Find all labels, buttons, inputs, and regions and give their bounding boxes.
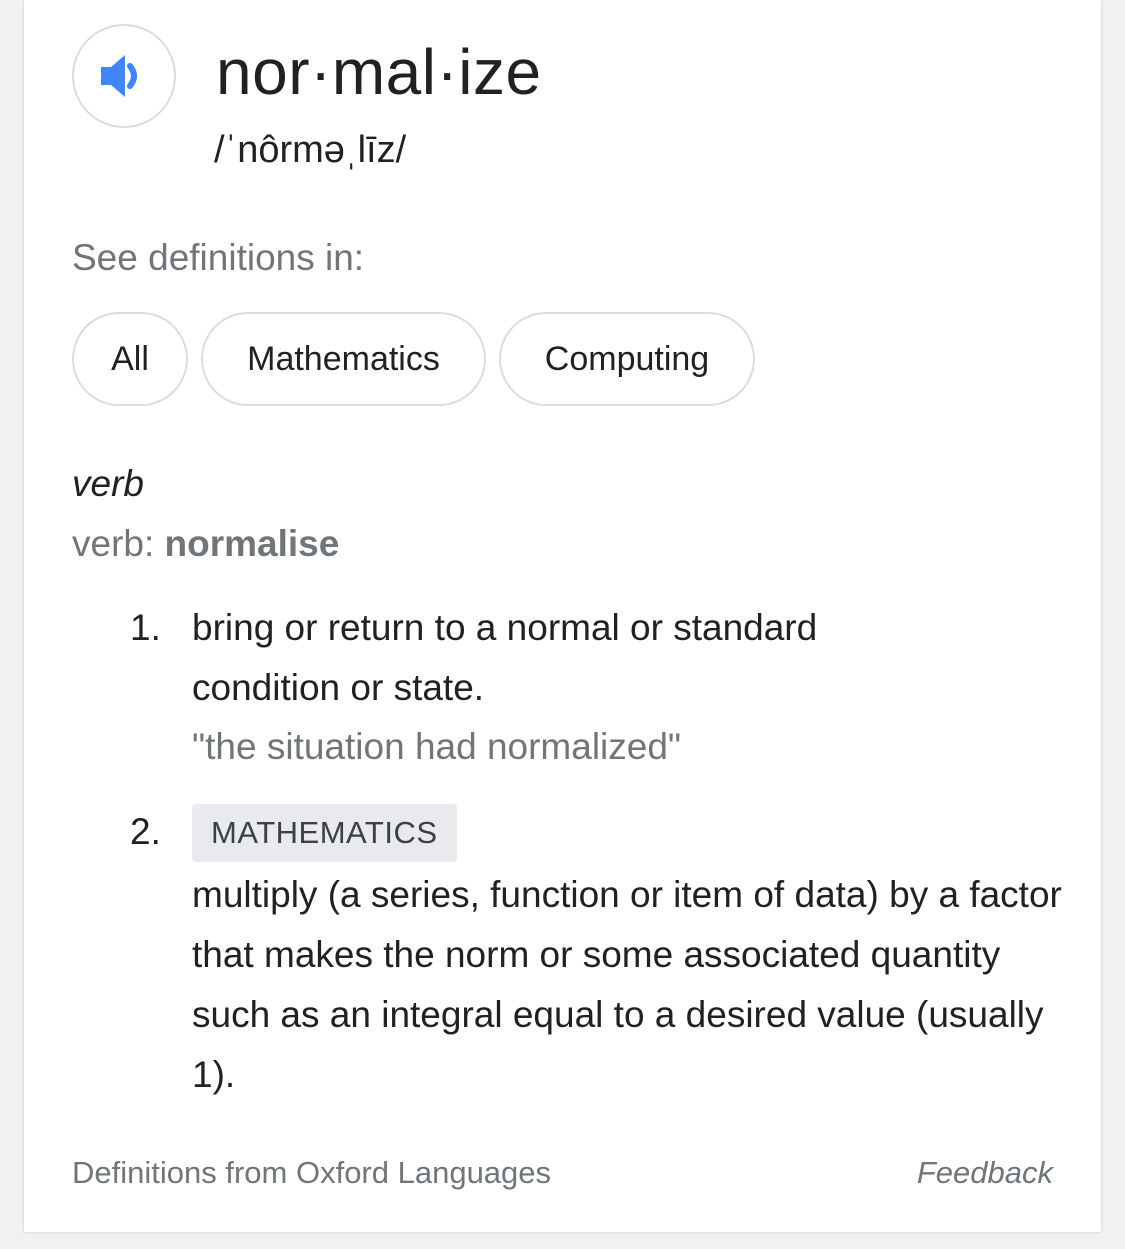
- variant-prefix: verb:: [72, 523, 165, 564]
- definitions-source[interactable]: Definitions from Oxford Languages: [72, 1152, 551, 1194]
- variant-word: normalise: [164, 523, 340, 564]
- chip-computing[interactable]: Computing: [499, 312, 755, 406]
- pronunciation: /ˈnôrməˌlīz/: [214, 129, 407, 171]
- definition-number: 1.: [130, 607, 161, 648]
- feedback-link[interactable]: Feedback: [917, 1152, 1053, 1194]
- subject-label-badge: MATHEMATICS: [192, 804, 457, 862]
- definition-text: bring or return to a normal or standard …: [192, 607, 818, 708]
- dictionary-card: nor·mal·ize /ˈnôrməˌlīz/ See definitions…: [24, 0, 1101, 1232]
- play-pronunciation-button[interactable]: [72, 24, 176, 128]
- part-of-speech: verb: [72, 463, 144, 504]
- variant-spelling: verb: normalise: [72, 520, 339, 568]
- chip-mathematics[interactable]: Mathematics: [201, 312, 486, 406]
- speaker-icon: [101, 55, 137, 97]
- page: nor·mal·ize /ˈnôrməˌlīz/ See definitions…: [0, 0, 1125, 1249]
- definition-number: 2.: [130, 811, 161, 852]
- definition-text: multiply (a series, function or item of …: [192, 874, 1062, 1095]
- see-definitions-label: See definitions in:: [72, 237, 365, 278]
- definition-example: "the situation had normalized": [192, 726, 682, 767]
- headword: nor·mal·ize: [216, 36, 542, 108]
- chip-all[interactable]: All: [72, 312, 188, 406]
